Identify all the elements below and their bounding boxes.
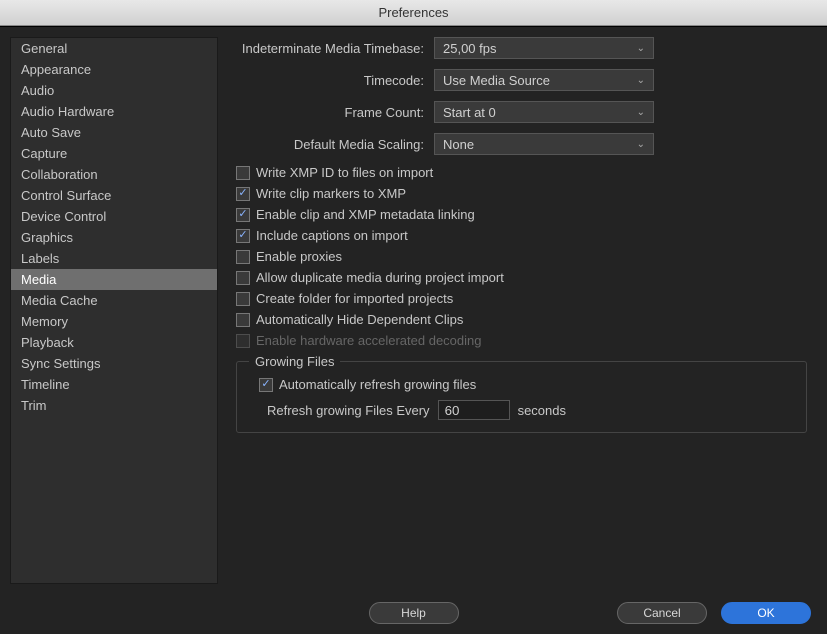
sidebar-item-graphics[interactable]: Graphics <box>11 227 217 248</box>
sidebar-item-timeline[interactable]: Timeline <box>11 374 217 395</box>
chevron-down-icon: ⌄ <box>637 139 645 150</box>
sidebar-item-collaboration[interactable]: Collaboration <box>11 164 217 185</box>
checkbox-label-8: Enable hardware accelerated decoding <box>256 333 482 348</box>
window-title: Preferences <box>378 5 448 20</box>
checkbox-label-7: Automatically Hide Dependent Clips <box>256 312 463 327</box>
checkbox-4[interactable] <box>236 250 250 264</box>
dropdown-value: Use Media Source <box>443 73 550 88</box>
sidebar-item-device-control[interactable]: Device Control <box>11 206 217 227</box>
chevron-down-icon: ⌄ <box>637 75 645 86</box>
refresh-interval-input[interactable] <box>438 400 510 420</box>
ok-button[interactable]: OK <box>721 602 811 624</box>
refresh-interval-suffix: seconds <box>518 403 566 418</box>
help-button[interactable]: Help <box>369 602 459 624</box>
sidebar-item-control-surface[interactable]: Control Surface <box>11 185 217 206</box>
checkbox-3[interactable] <box>236 229 250 243</box>
dropdown-3[interactable]: None ⌄ <box>434 133 654 155</box>
dropdown-0[interactable]: 25,00 fps ⌄ <box>434 37 654 59</box>
checkbox-label-3: Include captions on import <box>256 228 408 243</box>
checkbox-label-0: Write XMP ID to files on import <box>256 165 433 180</box>
checkbox-5[interactable] <box>236 271 250 285</box>
sidebar-item-auto-save[interactable]: Auto Save <box>11 122 217 143</box>
sidebar-item-general[interactable]: General <box>11 38 217 59</box>
sidebar-item-appearance[interactable]: Appearance <box>11 59 217 80</box>
dropdown-label: Default Media Scaling: <box>236 137 434 152</box>
sidebar-item-media[interactable]: Media <box>11 269 217 290</box>
dropdown-2[interactable]: Start at 0 ⌄ <box>434 101 654 123</box>
category-sidebar: GeneralAppearanceAudioAudio HardwareAuto… <box>10 37 218 584</box>
dropdown-label: Frame Count: <box>236 105 434 120</box>
media-panel: Indeterminate Media Timebase: 25,00 fps ⌄ T… <box>218 37 817 584</box>
dropdown-label: Timecode: <box>236 73 434 88</box>
dropdown-value: 25,00 fps <box>443 41 497 56</box>
auto-refresh-label: Automatically refresh growing files <box>279 377 476 392</box>
sidebar-item-audio[interactable]: Audio <box>11 80 217 101</box>
chevron-down-icon: ⌄ <box>637 107 645 118</box>
checkbox-0[interactable] <box>236 166 250 180</box>
sidebar-item-labels[interactable]: Labels <box>11 248 217 269</box>
checkbox-6[interactable] <box>236 292 250 306</box>
dropdown-value: Start at 0 <box>443 105 496 120</box>
checkbox-2[interactable] <box>236 208 250 222</box>
auto-refresh-checkbox[interactable] <box>259 378 273 392</box>
checkbox-label-2: Enable clip and XMP metadata linking <box>256 207 475 222</box>
sidebar-item-playback[interactable]: Playback <box>11 332 217 353</box>
refresh-interval-prefix: Refresh growing Files Every <box>267 403 430 418</box>
checkbox-1[interactable] <box>236 187 250 201</box>
sidebar-item-media-cache[interactable]: Media Cache <box>11 290 217 311</box>
sidebar-item-sync-settings[interactable]: Sync Settings <box>11 353 217 374</box>
sidebar-item-memory[interactable]: Memory <box>11 311 217 332</box>
sidebar-item-trim[interactable]: Trim <box>11 395 217 416</box>
dropdown-label: Indeterminate Media Timebase: <box>236 41 434 56</box>
checkbox-label-1: Write clip markers to XMP <box>256 186 406 201</box>
sidebar-item-capture[interactable]: Capture <box>11 143 217 164</box>
window-titlebar: Preferences <box>0 0 827 26</box>
preferences-window: GeneralAppearanceAudioAudio HardwareAuto… <box>0 26 827 634</box>
checkbox-7[interactable] <box>236 313 250 327</box>
sidebar-item-audio-hardware[interactable]: Audio Hardware <box>11 101 217 122</box>
checkbox-label-6: Create folder for imported projects <box>256 291 453 306</box>
checkbox-label-4: Enable proxies <box>256 249 342 264</box>
growing-files-legend: Growing Files <box>249 354 340 369</box>
dropdown-1[interactable]: Use Media Source ⌄ <box>434 69 654 91</box>
chevron-down-icon: ⌄ <box>637 43 645 54</box>
checkbox-8 <box>236 334 250 348</box>
checkbox-label-5: Allow duplicate media during project imp… <box>256 270 504 285</box>
dropdown-value: None <box>443 137 474 152</box>
cancel-button[interactable]: Cancel <box>617 602 707 624</box>
growing-files-group: Growing Files Automatically refresh grow… <box>236 354 807 433</box>
